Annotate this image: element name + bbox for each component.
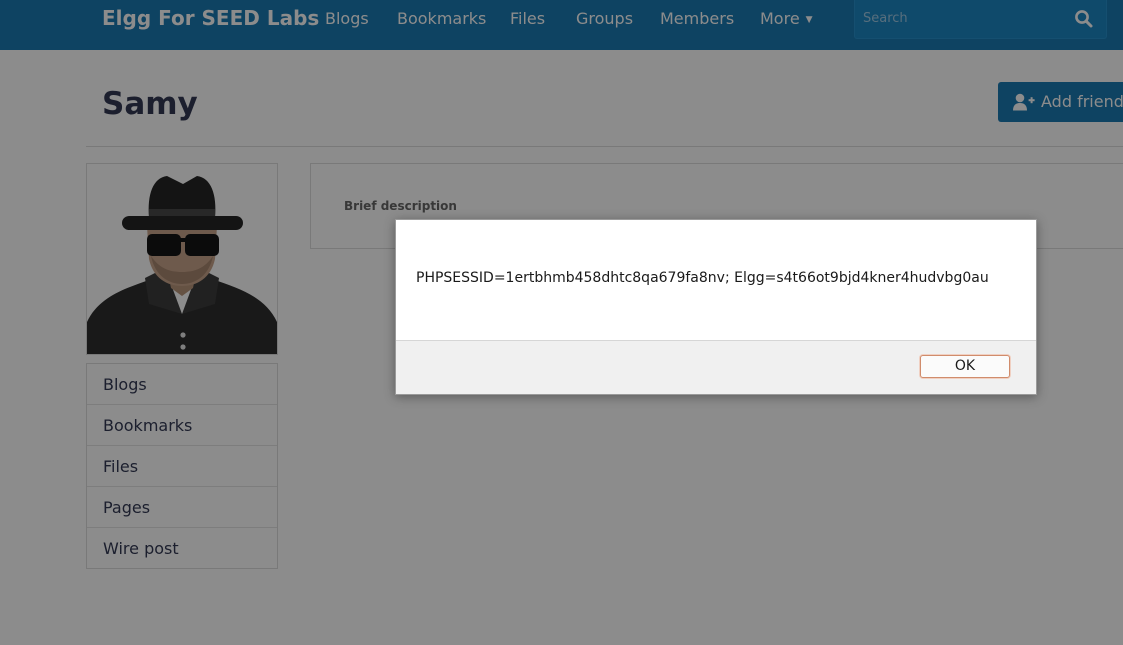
alert-footer: OK bbox=[396, 340, 1036, 394]
alert-message: PHPSESSID=1ertbhmb458dhtc8qa679fa8nv; El… bbox=[416, 270, 989, 286]
alert-dialog: PHPSESSID=1ertbhmb458dhtc8qa679fa8nv; El… bbox=[395, 219, 1037, 395]
ok-button[interactable]: OK bbox=[920, 355, 1010, 378]
